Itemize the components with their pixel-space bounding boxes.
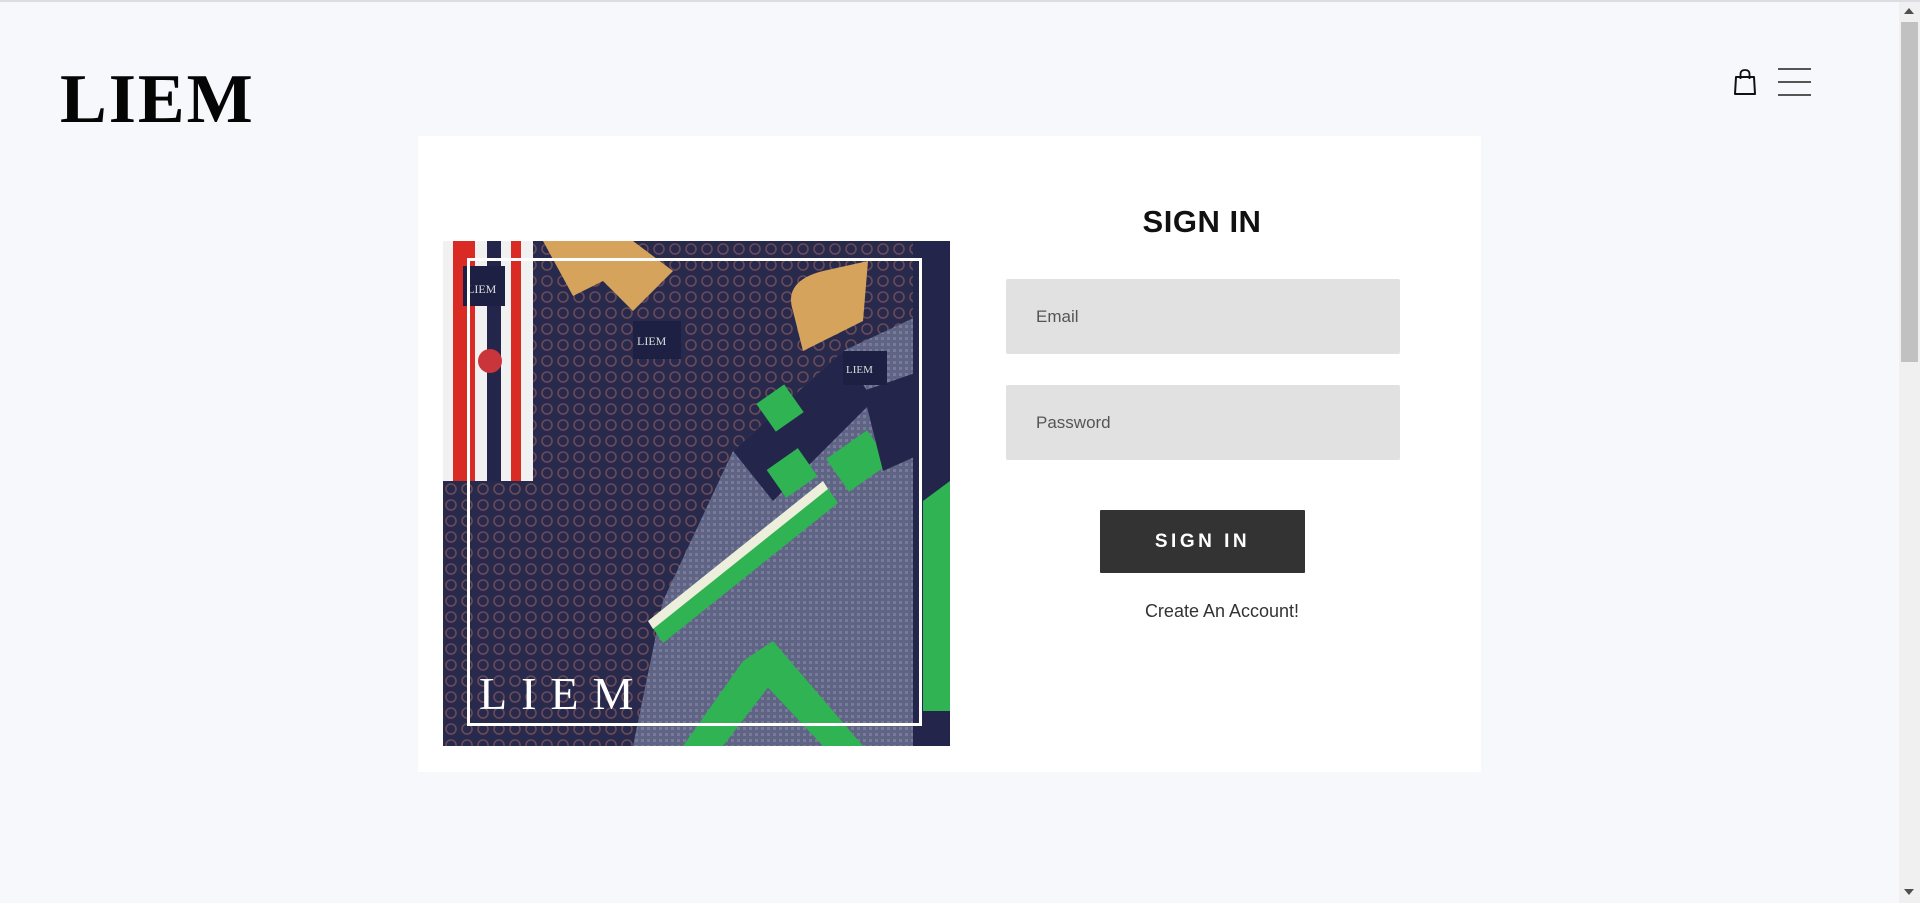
image-logo-text: LIEM bbox=[479, 668, 648, 719]
scroll-down-arrow-icon[interactable] bbox=[1904, 889, 1914, 895]
scroll-up-arrow-icon[interactable] bbox=[1904, 8, 1914, 14]
create-account-link[interactable]: Create An Account! bbox=[1100, 601, 1344, 622]
signin-title: SIGN IN bbox=[1142, 204, 1262, 239]
menu-bar bbox=[1778, 94, 1811, 96]
hamburger-menu-icon[interactable] bbox=[1778, 68, 1811, 96]
hero-shirts-image: LIEM LIEM LIEM LIEM bbox=[443, 241, 950, 746]
menu-bar bbox=[1778, 81, 1811, 83]
scroll-thumb[interactable] bbox=[1901, 22, 1918, 362]
shopping-bag-icon[interactable] bbox=[1733, 68, 1757, 96]
signin-button[interactable]: SIGN IN bbox=[1100, 510, 1305, 573]
email-field[interactable] bbox=[1006, 279, 1400, 354]
brand-logo[interactable]: LIEM bbox=[60, 60, 255, 140]
password-field[interactable] bbox=[1006, 385, 1400, 460]
image-frame bbox=[467, 258, 922, 726]
vertical-scrollbar[interactable] bbox=[1899, 2, 1920, 903]
menu-bar bbox=[1778, 68, 1811, 70]
top-border bbox=[0, 0, 1920, 2]
